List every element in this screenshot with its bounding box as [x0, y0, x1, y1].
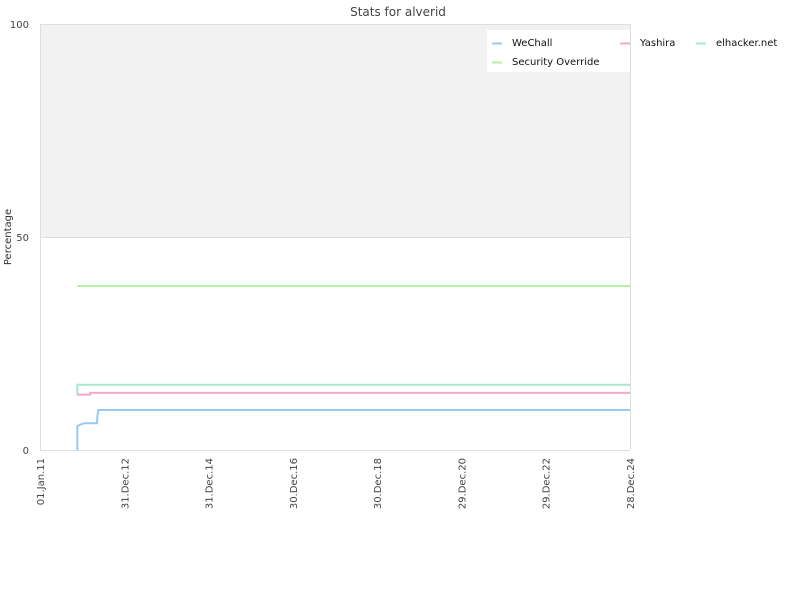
legend-label: Security Override: [512, 57, 600, 68]
x-tick-label: 31.Dec.12: [120, 458, 131, 509]
x-tick-label: 30.Dec.16: [289, 458, 300, 509]
y-tick-label: 0: [23, 446, 29, 457]
chart-title: Stats for alverid: [350, 5, 446, 19]
y-tick-label: 50: [16, 233, 29, 244]
legend: WeChall Yashira elhacker.net Security Overr…: [487, 30, 777, 72]
legend-label: elhacker.net: [716, 38, 777, 49]
x-tick-label: 31.Dec.14: [205, 458, 216, 509]
x-tick-label: 29.Dec.20: [457, 458, 468, 509]
x-tick-label: 28.Dec.24: [626, 458, 637, 509]
legend-label: WeChall: [512, 38, 552, 49]
x-ticks: 01.Jan.11 31.Dec.12 31.Dec.14 30.Dec.16 30.D…: [36, 458, 637, 509]
legend-label: Yashira: [639, 38, 675, 49]
plot-lower-band: [40, 237, 630, 450]
y-tick-label: 100: [10, 20, 29, 31]
x-tick-label: 01.Jan.11: [36, 458, 47, 505]
chart: Stats for alverid 0 50 100 01.Jan.11 31.Dec…: [3, 5, 777, 509]
x-tick-label: 29.Dec.22: [542, 458, 553, 509]
x-tick-label: 30.Dec.18: [373, 458, 384, 509]
y-axis-label: Percentage: [3, 209, 14, 265]
